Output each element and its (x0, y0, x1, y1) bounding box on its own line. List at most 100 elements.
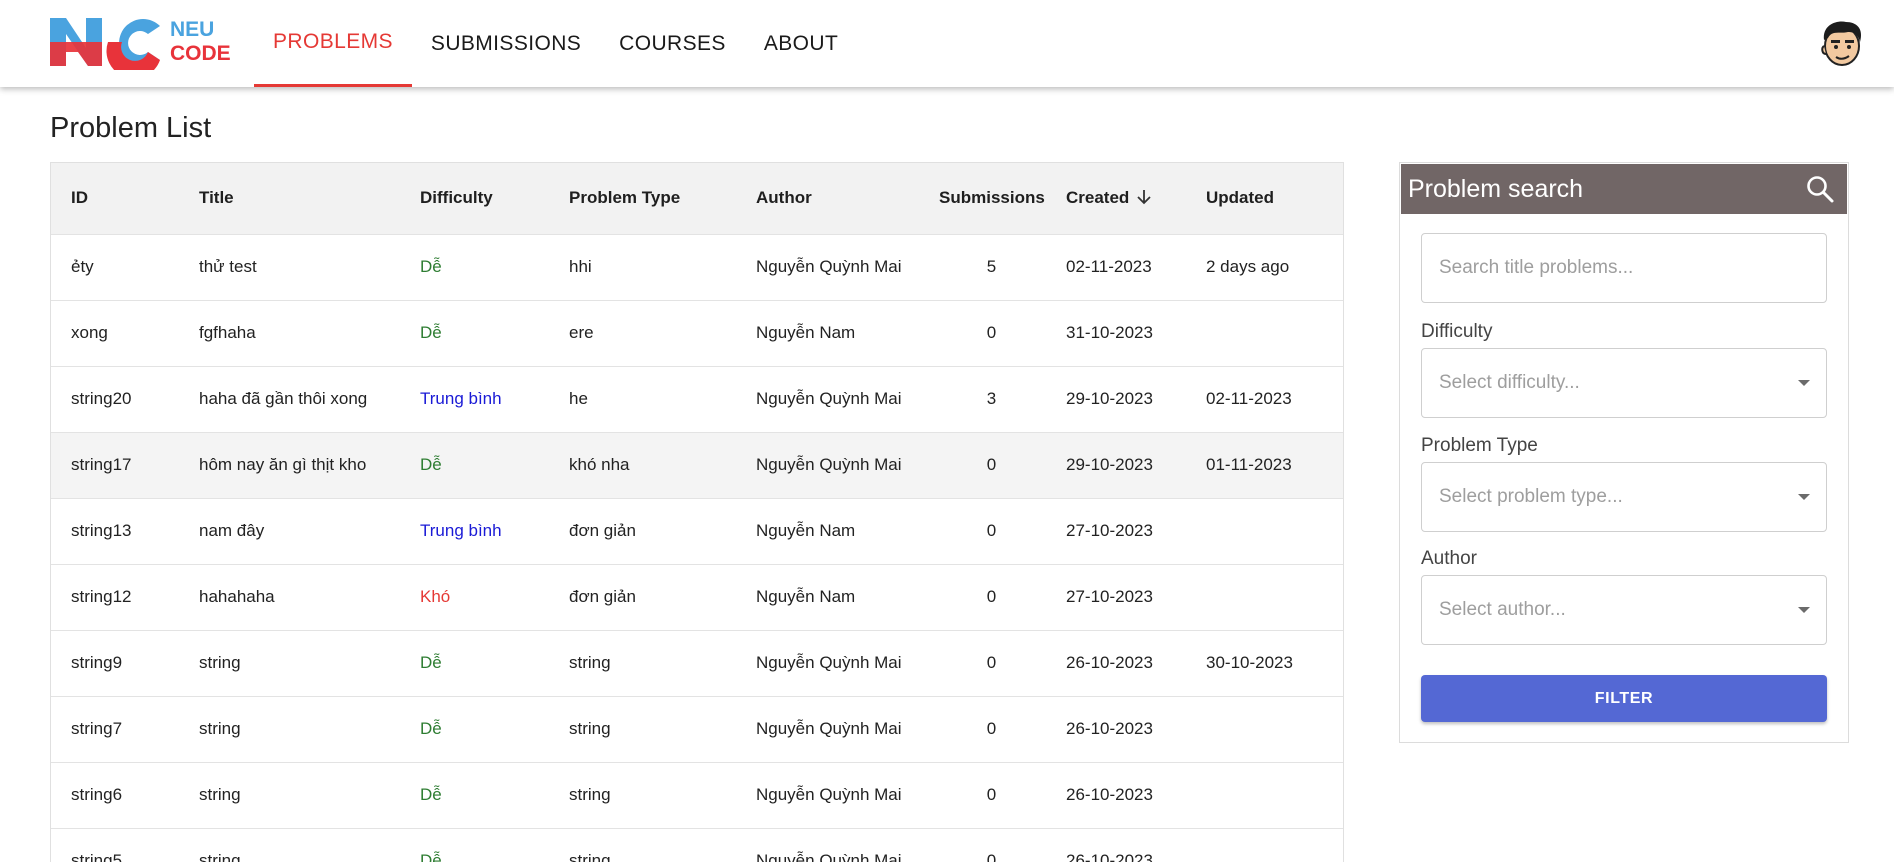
problem-search-panel: Problem search Difficulty Select difficu… (1399, 162, 1849, 743)
logo-wordmark: NEU CODE (170, 18, 231, 66)
cell-problem-type: string (569, 851, 611, 862)
cell-title[interactable]: string (199, 828, 420, 862)
cell-problem-type: ere (569, 323, 594, 342)
cell-problem-type: string (569, 719, 611, 738)
nav-courses[interactable]: COURSES (600, 0, 745, 87)
table-row[interactable]: string5 string Dễ string Nguyễn Quỳnh Mai 0 26… (51, 828, 1343, 862)
column-header-id[interactable]: ID (51, 163, 199, 234)
difficulty-select[interactable]: Select difficulty... (1421, 348, 1827, 418)
cell-updated: 02-11-2023 (1206, 389, 1292, 408)
nav-submissions[interactable]: SUBMISSIONS (412, 0, 600, 87)
difficulty-select-placeholder: Select difficulty... (1439, 372, 1580, 393)
nav-about[interactable]: ABOUT (745, 0, 857, 87)
column-header-updated[interactable]: Updated (1206, 163, 1343, 234)
cell-created: 26-10-2023 (1066, 851, 1153, 862)
cell-author: Nguyễn Quỳnh Mai (756, 653, 902, 672)
filter-button[interactable]: FILTER (1421, 675, 1827, 722)
search-icon[interactable] (1805, 174, 1835, 204)
cell-submissions: 0 (986, 323, 997, 342)
cell-difficulty: Dễ (420, 653, 442, 672)
cell-submissions: 0 (986, 653, 997, 672)
table-header-row: ID Title Difficulty Problem Type Author … (51, 163, 1343, 234)
cell-id[interactable]: string5 (51, 828, 199, 862)
cell-title[interactable]: string (199, 630, 420, 696)
cell-problem-type: hhi (569, 257, 592, 276)
cell-created: 29-10-2023 (1066, 455, 1153, 474)
neucode-logo[interactable]: NEU CODE (48, 12, 238, 72)
top-navbar: NEU CODE PROBLEMS SUBMISSIONS COURSES AB… (0, 0, 1894, 87)
problem-type-select[interactable]: Select problem type... (1421, 462, 1827, 532)
column-header-difficulty[interactable]: Difficulty (420, 163, 569, 234)
cell-updated (1206, 498, 1343, 564)
table-row[interactable]: ẻty thử test Dễ hhi Nguyễn Quỳnh Mai 5 02-11-2… (51, 234, 1343, 300)
cell-created: 27-10-2023 (1066, 521, 1153, 540)
cell-difficulty: Dễ (420, 323, 442, 342)
title-search-input[interactable] (1422, 234, 1826, 302)
cell-id[interactable]: ẻty (51, 234, 199, 300)
cell-author: Nguyễn Quỳnh Mai (756, 719, 902, 738)
cell-title[interactable]: hahahaha (199, 564, 420, 630)
cell-difficulty: Trung bình (420, 521, 502, 540)
cell-submissions: 3 (986, 389, 997, 408)
cell-title[interactable]: string (199, 762, 420, 828)
table-row[interactable]: string7 string Dễ string Nguyễn Quỳnh Mai 0 26… (51, 696, 1343, 762)
cell-title[interactable]: string (199, 696, 420, 762)
title-search-field (1421, 233, 1827, 303)
author-select-placeholder: Select author... (1439, 599, 1566, 620)
column-header-title[interactable]: Title (199, 163, 420, 234)
cell-problem-type: string (569, 653, 611, 672)
cell-created: 26-10-2023 (1066, 653, 1153, 672)
cell-id[interactable]: string9 (51, 630, 199, 696)
cell-title[interactable]: hôm nay ăn gì thịt kho (199, 432, 420, 498)
user-avatar-icon[interactable] (1818, 18, 1866, 68)
cell-problem-type: đơn giản (569, 587, 636, 606)
cell-difficulty: Trung bình (420, 389, 502, 408)
problem-table-container: ID Title Difficulty Problem Type Author … (50, 162, 1344, 862)
table-row[interactable]: string17 hôm nay ăn gì thịt kho Dễ khó nha N… (51, 432, 1343, 498)
cell-difficulty: Dễ (420, 455, 442, 474)
logo-mark-icon (50, 18, 160, 70)
cell-created: 26-10-2023 (1066, 719, 1153, 738)
arrow-down-icon[interactable] (1137, 189, 1151, 205)
table-row[interactable]: xong fgfhaha Dễ ere Nguyễn Nam 0 31-10-2023 (51, 300, 1343, 366)
nav-problems[interactable]: PROBLEMS (254, 0, 412, 87)
table-row[interactable]: string9 string Dễ string Nguyễn Quỳnh Mai 0 26… (51, 630, 1343, 696)
cell-problem-type: string (569, 785, 611, 804)
column-header-problem-type[interactable]: Problem Type (569, 163, 756, 234)
cell-id[interactable]: xong (51, 300, 199, 366)
column-header-created[interactable]: Created (1044, 163, 1206, 234)
cell-author: Nguyễn Quỳnh Mai (756, 785, 902, 804)
author-select[interactable]: Select author... (1421, 575, 1827, 645)
cell-id[interactable]: string17 (51, 432, 199, 498)
column-header-submissions[interactable]: Submissions (939, 163, 1045, 234)
cell-difficulty: Khó (420, 587, 451, 606)
cell-title[interactable]: haha đã gần thôi xong (199, 366, 420, 432)
cell-id[interactable]: string6 (51, 762, 199, 828)
table-row[interactable]: string6 string Dễ string Nguyễn Quỳnh Mai 0 26… (51, 762, 1343, 828)
cell-submissions: 0 (986, 521, 997, 540)
cell-updated (1206, 828, 1343, 862)
cell-submissions: 0 (986, 587, 997, 606)
cell-updated (1206, 564, 1343, 630)
column-header-created-label: Created (1066, 188, 1130, 208)
cell-author: Nguyễn Nam (756, 323, 856, 342)
cell-title[interactable]: fgfhaha (199, 300, 420, 366)
cell-problem-type: he (569, 389, 588, 408)
cell-title[interactable]: nam đây (199, 498, 420, 564)
logo-line-1: NEU (170, 18, 215, 41)
logo-line-2: CODE (170, 42, 231, 65)
cell-created: 26-10-2023 (1066, 785, 1153, 804)
table-row[interactable]: string13 nam đây Trung bình đơn giản Nguyễn … (51, 498, 1343, 564)
cell-updated (1206, 696, 1343, 762)
cell-id[interactable]: string20 (51, 366, 199, 432)
cell-submissions: 5 (986, 257, 997, 276)
cell-id[interactable]: string13 (51, 498, 199, 564)
author-label: Author (1421, 548, 1477, 569)
cell-updated: 2 days ago (1206, 257, 1290, 276)
table-row[interactable]: string12 hahahaha Khó đơn giản Nguyễn Nam 0 27… (51, 564, 1343, 630)
cell-id[interactable]: string12 (51, 564, 199, 630)
cell-title[interactable]: thử test (199, 234, 420, 300)
cell-id[interactable]: string7 (51, 696, 199, 762)
table-row[interactable]: string20 haha đã gần thôi xong Trung bình h… (51, 366, 1343, 432)
column-header-author[interactable]: Author (756, 163, 939, 234)
